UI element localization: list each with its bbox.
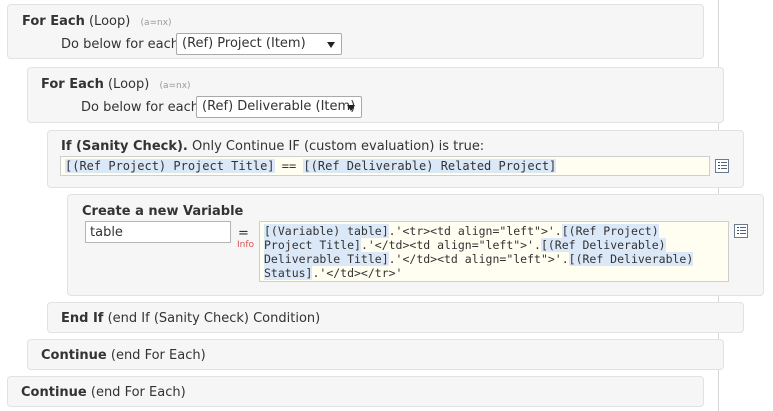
code-line: Status].'</td></tr>' [264,266,724,280]
if-title: If (Sanity Check). [61,139,188,154]
loop-label: Do below for each [81,100,200,115]
ref-token: [(Ref Project) [561,224,659,238]
loop-type: (Loop) [88,14,131,29]
code-text: .'<tr><td align="left">'. [388,224,562,238]
end-if-header: End If (end If (Sanity Check) Condition) [61,311,320,326]
if-desc: Only Continue IF (custom evaluation) is … [192,139,485,154]
loop-header: For Each (Loop) (a=nx) [22,14,172,29]
variable-name-input[interactable]: table [85,221,231,243]
chevron-down-icon [327,42,335,48]
select-value: (Ref) Project (Item) [182,36,306,51]
loop-title: For Each [22,14,85,29]
code-line: Project Title].'</td><td align="left">'.… [264,238,724,252]
end-if-desc: (end If (Sanity Check) Condition) [107,311,321,326]
ref-token: [(Ref Deliverable) [540,238,666,252]
continue-title: Continue [41,348,107,363]
continue-header: Continue (end For Each) [41,348,206,363]
loop-hint: (a=nx) [140,18,172,28]
list-edit-icon[interactable] [715,159,729,173]
ref-token: Deliverable Title] [264,252,389,266]
loop-item-select[interactable]: (Ref) Deliverable (Item) [196,96,362,118]
for-each-loop-deliverable: For Each (Loop) (a=nx) Do below for each… [27,67,724,123]
ref-token: [(Ref Deliverable) [568,252,694,266]
code-line: Deliverable Title].'</td><td align="left… [264,252,724,266]
end-if-title: End If [61,311,104,326]
ref-token: Status] [264,266,313,280]
loop-title: For Each [41,77,104,92]
if-sanity-check: If (Sanity Check). Only Continue IF (cus… [47,130,744,188]
variable-value-expression[interactable]: [(Variable) table].'<tr><td align="left"… [259,221,729,282]
loop-label: Do below for each [61,37,180,52]
if-header: If (Sanity Check). Only Continue IF (cus… [61,139,484,154]
code-text: .'</td><td align="left">'. [388,252,569,266]
continue-desc: (end For Each) [110,348,206,363]
operator: == [274,159,304,173]
code-text: .'</td></tr>' [312,266,403,280]
variable-title: Create a new Variable [82,204,244,219]
ref-token: [(Ref Deliverable) Related Project] [303,159,557,173]
continue-header: Continue (end For Each) [21,385,186,400]
ref-token: Project Title] [264,238,361,252]
continue-title: Continue [21,385,87,400]
condition-expression[interactable]: [(Ref Project) Project Title] == [(Ref D… [60,156,710,176]
end-if-block: End If (end If (Sanity Check) Condition) [47,302,744,333]
equals-sign: = [238,226,249,241]
ref-token: [(Ref Project) Project Title] [65,159,275,173]
for-each-loop-project: For Each (Loop) (a=nx) Do below for each… [7,4,704,59]
loop-hint: (a=nx) [159,81,191,91]
variable-header: Create a new Variable [82,204,243,219]
chevron-down-icon [347,105,355,111]
ref-token: [(Variable) table] [264,224,389,238]
create-variable: Create a new Variable table = Info [(Var… [67,194,764,296]
loop-item-select[interactable]: (Ref) Project (Item) [176,33,342,55]
loop-header: For Each (Loop) (a=nx) [41,77,191,92]
select-value: (Ref) Deliverable (Item) [202,99,356,114]
continue-desc: (end For Each) [90,385,186,400]
code-line: [(Variable) table].'<tr><td align="left"… [264,224,724,238]
continue-block-project: Continue (end For Each) [7,376,704,407]
continue-block-deliverable: Continue (end For Each) [27,339,724,370]
list-edit-icon[interactable] [734,224,748,238]
info-link[interactable]: Info [237,240,254,250]
code-text: .'</td><td align="left">'. [360,238,541,252]
loop-type: (Loop) [107,77,150,92]
